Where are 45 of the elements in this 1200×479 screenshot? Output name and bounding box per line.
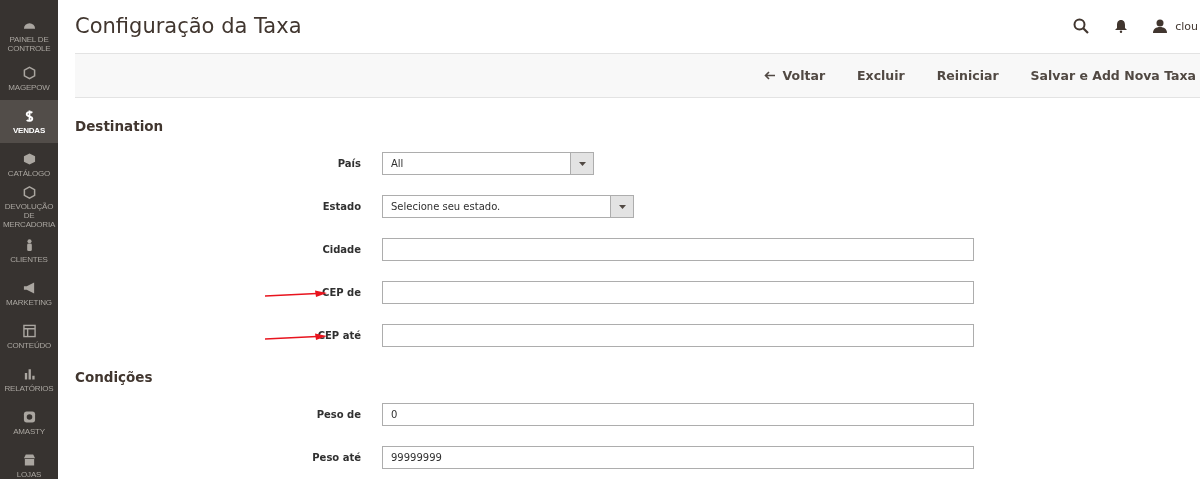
input-field[interactable] <box>382 238 974 261</box>
field-label: Estado <box>322 201 361 212</box>
sidebar-item[interactable]: AMASTY <box>0 401 58 444</box>
field-label: Peso até <box>312 452 361 463</box>
field-label: Cidade <box>322 244 361 255</box>
caret-icon <box>578 161 586 166</box>
bell-icon[interactable] <box>1115 19 1128 34</box>
sidebar-item[interactable]: CATÁLOGO <box>0 143 58 186</box>
sidebar-item[interactable]: VENDAS <box>0 100 58 143</box>
amasty-icon <box>22 409 36 424</box>
field-label: CEP de <box>322 287 361 298</box>
sidebar-item[interactable]: CONTEÚDO <box>0 315 58 358</box>
search-icon[interactable] <box>1073 18 1090 35</box>
user-name[interactable]: clou <box>1175 19 1198 33</box>
caret-icon <box>618 204 626 209</box>
arrow-left-icon <box>763 70 775 80</box>
hexagon-icon <box>22 186 36 199</box>
input-field[interactable]: 99999999 <box>382 446 974 469</box>
action-button[interactable]: Reiniciar <box>936 67 999 83</box>
dropdown[interactable]: All <box>382 152 594 175</box>
sidebar-item[interactable]: PAINEL DE CONTROLE <box>0 14 58 57</box>
sidebar-item[interactable]: DEVOLUÇÃO DE MERCADORIA <box>0 186 58 229</box>
input-field[interactable]: 0 <box>382 403 974 426</box>
field-label: País <box>337 158 361 169</box>
hexagon-icon <box>22 65 36 80</box>
megaphone-icon <box>22 280 36 295</box>
user-icon[interactable] <box>1153 19 1168 34</box>
action-button[interactable]: Salvar e Add Nova Taxa <box>1030 67 1196 83</box>
sidebar-item[interactable]: MAGEPOW <box>0 57 58 100</box>
input-field[interactable] <box>382 281 974 304</box>
store-icon <box>22 452 36 467</box>
layout-icon <box>22 323 36 338</box>
sidebar-item[interactable]: RELATÓRIOS <box>0 358 58 401</box>
section-title: Destination <box>75 118 165 134</box>
action-button[interactable]: Excluir <box>857 67 905 83</box>
section-title: Condições <box>75 369 154 385</box>
dropdown[interactable]: Selecione seu estado. <box>382 195 634 218</box>
sidebar-item[interactable]: CLIENTES <box>0 229 58 272</box>
field-label: Peso de <box>316 409 361 420</box>
back-button[interactable]: Voltar <box>763 67 826 83</box>
sidebar-item[interactable]: LOJAS <box>0 444 58 479</box>
input-field[interactable] <box>382 324 974 347</box>
page-title: Configuração da Taxa <box>75 14 303 39</box>
sidebar-item[interactable]: MARKETING <box>0 272 58 315</box>
bar-chart-icon <box>22 366 36 381</box>
